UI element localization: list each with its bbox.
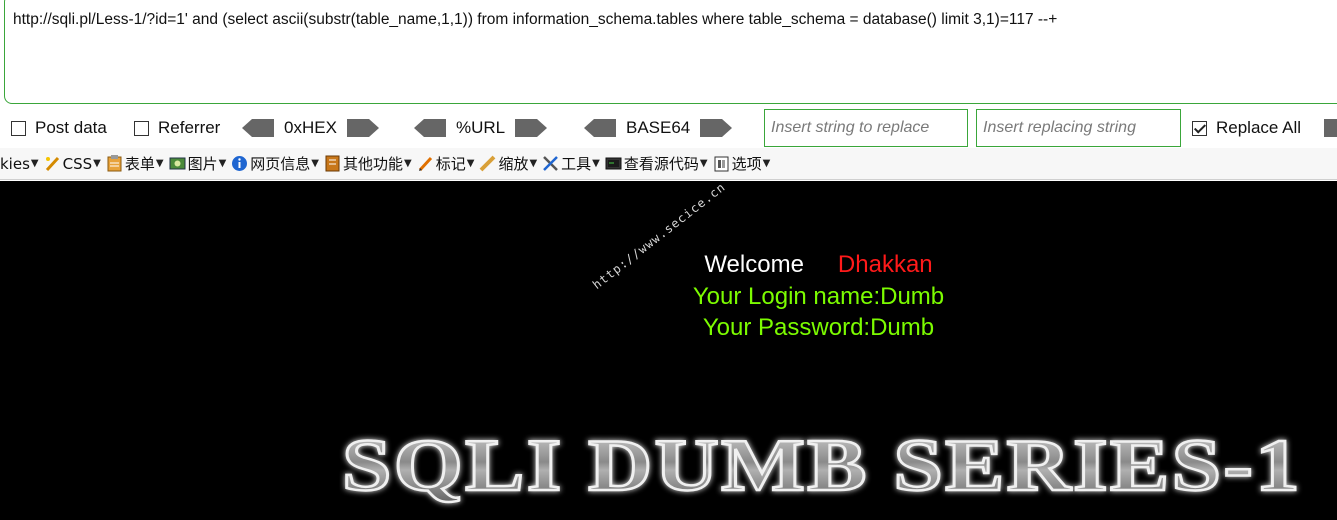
source-icon (605, 157, 622, 170)
url-encoder: %URL (414, 109, 548, 147)
hackbar-options-row: Post data Referrer 0xHEX %URL BASE64 Ins… (0, 109, 1337, 147)
menu-label: kies (0, 154, 30, 173)
menu-label: 标记 (435, 155, 466, 173)
menu-tools[interactable]: 工具 ▼ (542, 153, 600, 174)
chevron-down-icon: ▼ (466, 158, 475, 169)
image-icon (169, 157, 186, 170)
chevron-down-icon: ▼ (762, 158, 771, 169)
more-arrow[interactable] (1324, 109, 1337, 147)
sqli-dumb-series-banner: SQLI DUMB SERIES-1 (341, 424, 1302, 509)
menu-resize[interactable]: 缩放 ▼ (479, 153, 537, 174)
url-label: %URL (456, 118, 506, 137)
menu-label: 选项 (731, 155, 762, 173)
chevron-down-icon: ▼ (155, 158, 164, 169)
menu-images[interactable]: 图片 ▼ (169, 153, 227, 174)
replace-string-input[interactable]: Insert string to replace (764, 109, 968, 147)
login-name-line: Your Login name:Dumb (692, 283, 945, 310)
menu-label: CSS (62, 154, 93, 173)
menu-page-info[interactable]: 网页信息 ▼ (231, 153, 319, 174)
pencil-icon (418, 156, 432, 172)
options-icon (714, 156, 729, 172)
password-line: Your Password:Dumb (702, 314, 935, 341)
welcome-line: Welcome Dhakkan (0, 251, 1337, 279)
misc-icon (325, 155, 340, 172)
menu-label: 工具 (561, 155, 592, 173)
welcome-text: Welcome (704, 251, 804, 278)
hex-encoder: 0xHEX (242, 109, 379, 147)
menu-view-source[interactable]: 查看源代码 ▼ (605, 153, 708, 174)
post-data-checkbox[interactable] (11, 120, 26, 136)
hex-label: 0xHEX (284, 118, 337, 137)
post-data-label: Post data (35, 118, 107, 137)
base64-label: BASE64 (626, 118, 691, 137)
menu-label: 图片 (187, 155, 218, 173)
base64-decode-arrow-icon[interactable] (584, 119, 616, 137)
url-encode-arrow-icon[interactable] (515, 119, 548, 137)
banner-text: SQLI DUMB SERIES-1 (342, 425, 1302, 507)
referrer-label: Referrer (158, 118, 221, 137)
replace-string-placeholder: Insert string to replace (771, 119, 930, 136)
form-icon (107, 155, 122, 172)
menu-label: 其他功能 (343, 155, 404, 173)
replace-all-label: Replace All (1216, 118, 1302, 137)
menu-forms[interactable]: 表单 ▼ (106, 153, 164, 174)
menu-outline[interactable]: 标记 ▼ (417, 153, 475, 174)
chevron-down-icon: ▼ (30, 158, 39, 169)
menu-options[interactable]: 选项 ▼ (713, 153, 771, 174)
post-data-toggle[interactable]: Post data (11, 109, 107, 147)
menu-misc[interactable]: 其他功能 ▼ (324, 153, 412, 174)
chevron-right-icon[interactable] (1324, 119, 1337, 137)
web-developer-toolbar: kies ▼ CSS ▼ 表单 ▼ 图片 ▼ 网页信息 ▼ 其他功能 ▼ 标记 ▼ 缩放 ▼ 工… (0, 148, 1337, 180)
welcome-name: Dhakkan (837, 251, 933, 278)
info-icon (232, 156, 248, 171)
replacing-string-placeholder: Insert replacing string (983, 119, 1136, 136)
chevron-down-icon: ▼ (311, 158, 319, 169)
chevron-down-icon: ▼ (699, 158, 708, 169)
menu-label: 网页信息 (250, 155, 311, 173)
replace-all-checkbox[interactable] (1192, 120, 1207, 136)
replace-all-toggle[interactable]: Replace All (1192, 109, 1301, 147)
base64-encode-arrow-icon[interactable] (700, 119, 733, 137)
page-content: http://www.secice.cn Welcome Dhakkan Your… (0, 181, 1337, 520)
chevron-down-icon: ▼ (93, 158, 101, 169)
menu-label: 表单 (124, 155, 155, 173)
menu-label: 缩放 (498, 155, 529, 173)
chevron-down-icon: ▼ (404, 158, 412, 169)
url-textarea[interactable]: http://sqli.pl/Less-1/?id=1' and (select… (4, 0, 1337, 104)
hex-decode-arrow-icon[interactable] (242, 119, 274, 137)
menu-label: 查看源代码 (623, 155, 699, 173)
referrer-toggle[interactable]: Referrer (134, 109, 220, 147)
url-text: http://sqli.pl/Less-1/?id=1' and (select… (13, 11, 1058, 28)
ruler-icon (480, 155, 496, 172)
hex-encode-arrow-icon[interactable] (346, 119, 379, 137)
chevron-down-icon: ▼ (592, 158, 600, 169)
replacing-string-input[interactable]: Insert replacing string (976, 109, 1181, 147)
menu-css[interactable]: CSS ▼ (44, 155, 101, 173)
url-decode-arrow-icon[interactable] (414, 119, 446, 137)
css-pen-icon (45, 156, 59, 172)
chevron-down-icon: ▼ (529, 158, 538, 169)
menu-cookies[interactable]: kies ▼ (0, 155, 39, 173)
base64-encoder: BASE64 (584, 109, 733, 147)
referrer-checkbox[interactable] (134, 120, 149, 136)
tools-icon (543, 156, 559, 171)
chevron-down-icon: ▼ (218, 158, 227, 169)
